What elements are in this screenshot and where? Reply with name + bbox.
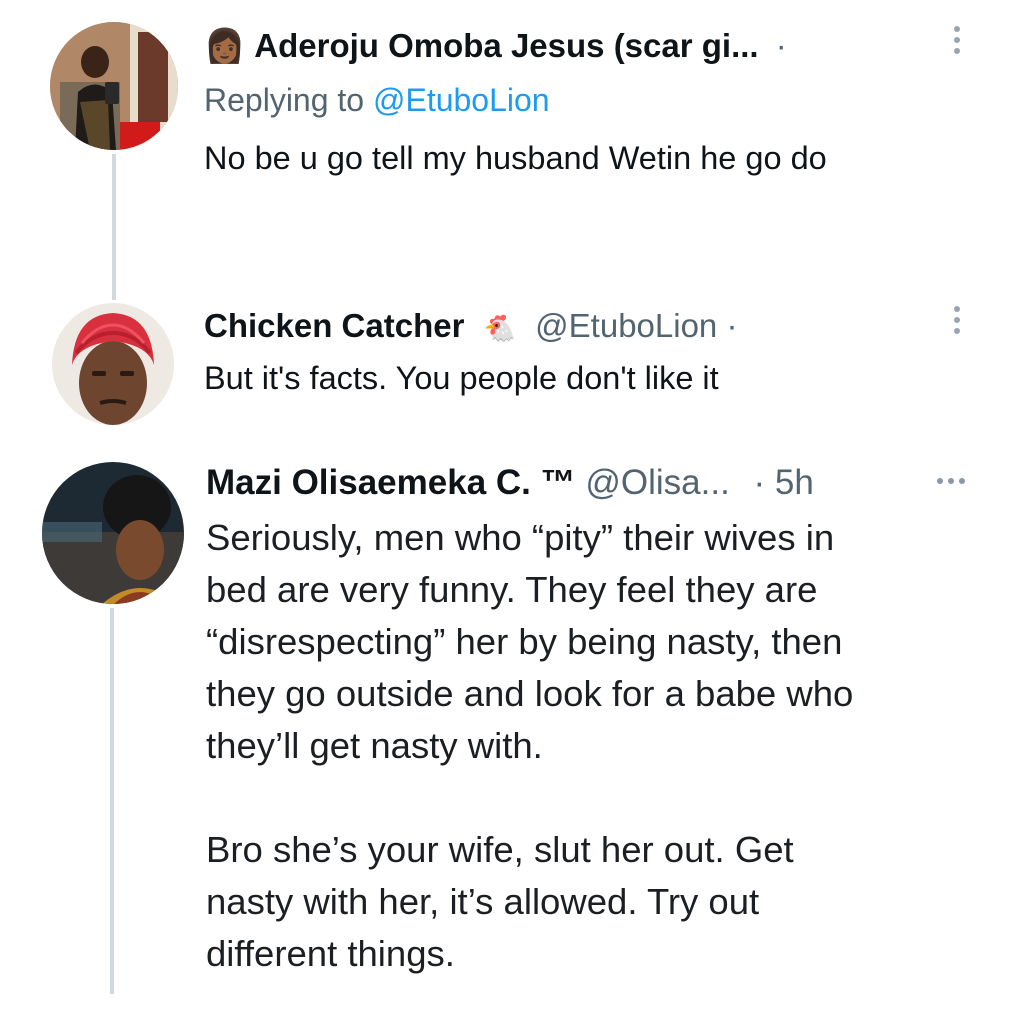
tweet-text-line: they’ll get nasty with. — [206, 725, 543, 766]
user-photo-icon — [52, 303, 174, 425]
vertical-ellipsis-icon[interactable] — [953, 26, 961, 54]
tweet2-header: Chicken Catcher 🐔 @EtuboLion · — [204, 306, 737, 348]
separator-dot: · — [726, 307, 738, 344]
tweet-text-line: different things. — [206, 933, 455, 974]
tweet-text-line: “disrespecting” her by being nasty, then — [206, 621, 843, 662]
tweet-text-line: Seriously, men who “pity” their wives in — [206, 517, 835, 558]
tweet3-header: Mazi Olisaemeka C. ™ @Olisa... · 5h — [206, 462, 814, 504]
user-photo-icon — [42, 462, 184, 604]
tweet-text: No be u go tell my husband Wetin he go d… — [204, 140, 827, 176]
separator-dot: · — [775, 27, 787, 64]
horizontal-ellipsis-icon[interactable] — [937, 478, 965, 484]
reply-handle-link[interactable]: @EtuboLion — [373, 82, 550, 118]
tweet-text-line: Bro she’s your wife, slut her out. Get — [206, 829, 794, 870]
author-name[interactable]: Aderoju Omoba Jesus (scar gi... — [254, 27, 758, 64]
tweet-text: But it's facts. You people don't like it — [204, 360, 719, 396]
replying-to-line: Replying to @EtuboLion — [204, 80, 550, 120]
avatar-chicken-catcher[interactable] — [52, 303, 174, 425]
thread-connector-line — [112, 154, 116, 300]
tweet-text-line: they go outside and look for a babe who — [206, 673, 854, 714]
tweet-body: Seriously, men who “pity” their wives in… — [206, 512, 996, 980]
avatar-aderoju[interactable] — [50, 22, 178, 150]
woman-emoji-icon: 👩🏾 — [204, 27, 246, 64]
avatar-mazi[interactable] — [42, 462, 184, 604]
vertical-ellipsis-icon[interactable] — [953, 306, 961, 334]
tweet-text-line: bed are very funny. They feel they are — [206, 569, 818, 610]
author-name[interactable]: Chicken Catcher — [204, 307, 464, 344]
user-photo-icon — [50, 22, 178, 150]
chicken-emoji-icon: 🐔 — [483, 313, 516, 343]
tweet-timestamp[interactable]: · 5h — [754, 463, 814, 502]
replying-to-label: Replying to — [204, 82, 365, 118]
author-handle[interactable]: @Olisa... — [585, 463, 729, 502]
author-handle[interactable]: @EtuboLion — [535, 307, 717, 344]
tweet-text-line: nasty with her, it’s allowed. Try out — [206, 881, 760, 922]
thread-connector-line — [110, 608, 114, 994]
tweet1-header: 👩🏾 Aderoju Omoba Jesus (scar gi... · — [204, 26, 787, 66]
author-name[interactable]: Mazi Olisaemeka C. ™ — [206, 463, 576, 502]
